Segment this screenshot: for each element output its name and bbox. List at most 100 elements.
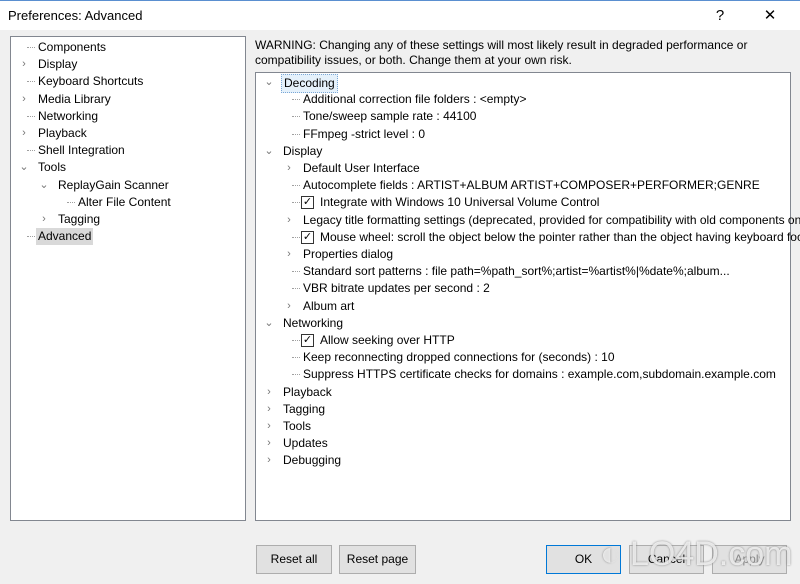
close-button[interactable]: ✕ xyxy=(755,5,785,27)
tree-item[interactable]: Advanced xyxy=(11,228,245,246)
tree-item[interactable]: › Playback xyxy=(256,384,790,401)
tree-item[interactable]: › Legacy title formatting settings (depre… xyxy=(256,212,800,229)
tree-item[interactable]: Alter File Content xyxy=(11,194,245,211)
help-button[interactable]: ? xyxy=(705,5,735,27)
tree-item[interactable]: Autocomplete fields : ARTIST+ALBUM ARTIS… xyxy=(256,177,790,194)
tree-item-label: Default User Interface xyxy=(303,161,420,175)
tree-item-label: Additional correction file folders : <em… xyxy=(303,92,527,107)
tree-item-label: ReplayGain Scanner xyxy=(58,177,169,192)
tree-item[interactable]: › Media Library xyxy=(11,91,245,108)
tree-item[interactable]: ✓ Mouse wheel: scroll the object below th… xyxy=(256,229,800,246)
tree-item[interactable]: › Tagging xyxy=(256,401,790,418)
tree-item[interactable]: ⌄ Tools xyxy=(11,159,245,176)
chevron-right-icon[interactable]: › xyxy=(264,435,274,452)
tree-item[interactable]: › Properties dialog xyxy=(256,246,790,263)
tree-line xyxy=(27,81,35,83)
chevron-down-icon[interactable]: ⌄ xyxy=(264,74,274,91)
tree-line xyxy=(27,115,35,117)
tree-item[interactable]: › Tagging xyxy=(11,211,245,228)
chevron-right-icon[interactable]: › xyxy=(284,160,294,177)
tree-item[interactable]: ⌄ ReplayGain Scanner xyxy=(11,177,245,194)
tree-item[interactable]: › Default User Interface xyxy=(256,160,790,177)
chevron-down-icon[interactable]: ⌄ xyxy=(39,177,49,194)
checkbox[interactable]: ✓ xyxy=(301,230,314,244)
window-title: Preferences: Advanced xyxy=(8,8,143,23)
tree-line xyxy=(292,271,300,273)
tree-line xyxy=(292,236,300,238)
tree-item[interactable]: Shell Integration xyxy=(11,142,245,159)
chevron-down-icon[interactable]: ⌄ xyxy=(264,315,274,332)
tree-item-label: Tools xyxy=(38,160,67,175)
chevron-right-icon[interactable]: › xyxy=(284,246,294,263)
warning-text: WARNING: Changing any of these settings … xyxy=(255,38,748,67)
tree-item[interactable]: ✓ Integrate with Windows 10 Universal Vol… xyxy=(256,194,790,211)
tree-item-label: Standard sort patterns : file path=%path… xyxy=(303,264,730,279)
tree-item-label: Tagging xyxy=(58,212,101,226)
tree-item[interactable]: ⌄ Display xyxy=(256,143,790,160)
tree-line xyxy=(292,357,300,359)
chevron-right-icon[interactable]: › xyxy=(264,384,274,401)
tree-line xyxy=(292,374,300,376)
tree-item[interactable]: › Album art xyxy=(256,298,790,315)
tree-item[interactable]: Networking xyxy=(11,108,245,125)
tree-item-label: Keyboard Shortcuts xyxy=(38,74,144,89)
chevron-right-icon[interactable]: › xyxy=(19,56,29,73)
tree-item[interactable]: Standard sort patterns : file path=%path… xyxy=(256,263,790,280)
tree-item[interactable]: ⌄ Networking xyxy=(256,315,790,332)
chevron-right-icon[interactable]: › xyxy=(19,125,29,142)
tree-line xyxy=(27,236,35,238)
tree-item-label: Decoding xyxy=(281,74,338,93)
chevron-right-icon[interactable]: › xyxy=(264,401,274,418)
checkbox[interactable]: ✓ xyxy=(301,334,314,347)
tree-item[interactable]: Suppress HTTPS certificate checks for do… xyxy=(256,366,790,383)
tree-item[interactable]: Components xyxy=(11,39,245,56)
tree-item-label: Playback xyxy=(283,384,332,399)
chevron-down-icon[interactable]: ⌄ xyxy=(264,143,274,160)
chevron-right-icon[interactable]: › xyxy=(284,212,294,229)
tree-line xyxy=(292,116,300,118)
chevron-down-icon[interactable]: ⌄ xyxy=(19,159,29,176)
tree-item[interactable]: Additional correction file folders : <em… xyxy=(256,91,790,108)
tree-item-label: Display xyxy=(283,143,323,158)
watermark-logo: ◐ LO4D.com xyxy=(600,535,793,573)
chevron-right-icon[interactable]: › xyxy=(284,298,294,315)
tree-item[interactable]: › Playback xyxy=(11,125,245,142)
tree-item[interactable]: › Updates xyxy=(256,435,790,452)
tree-line xyxy=(27,47,35,48)
tree-line xyxy=(292,133,300,135)
title-bar: Preferences: Advanced ? ✕ xyxy=(0,0,800,30)
chevron-right-icon[interactable]: › xyxy=(264,418,274,435)
tree-item[interactable]: › Debugging xyxy=(256,452,790,469)
tree-item-label: Suppress HTTPS certificate checks for do… xyxy=(303,367,776,382)
tree-item-label: Networking xyxy=(283,315,344,330)
tree-item-label: Advanced xyxy=(36,228,94,246)
tree-item-label: Autocomplete fields : ARTIST+ALBUM ARTIS… xyxy=(303,178,760,193)
tree-item[interactable]: FFmpeg -strict level : 0 xyxy=(256,126,790,143)
tree-item-label: Album art xyxy=(303,298,355,313)
chevron-right-icon[interactable]: › xyxy=(19,91,29,108)
tree-item[interactable]: › Display xyxy=(11,56,245,73)
tree-item[interactable]: ✓ Allow seeking over HTTP xyxy=(256,332,790,349)
tree-item-label: Updates xyxy=(283,436,328,451)
tree-item[interactable]: › Tools xyxy=(256,418,790,435)
tree-item[interactable]: Keep reconnecting dropped connections fo… xyxy=(256,349,790,366)
tree-line xyxy=(292,288,300,290)
tree-item[interactable]: ⌄ Decoding xyxy=(256,74,790,93)
chevron-right-icon[interactable]: › xyxy=(39,211,49,228)
tree-item-label: Keep reconnecting dropped connections fo… xyxy=(303,350,615,365)
tree-item[interactable]: Keyboard Shortcuts xyxy=(11,73,245,90)
preferences-tree[interactable]: Components › Display Keyboard Shortcuts › Med… xyxy=(10,36,246,521)
advanced-settings-tree[interactable]: ⌄ Decoding Additional correction file fold… xyxy=(255,72,800,521)
tree-item-label: Tagging xyxy=(283,401,326,416)
chevron-right-icon[interactable]: › xyxy=(264,452,274,469)
reset-all-button[interactable]: Reset all xyxy=(256,545,332,574)
tree-item-label: Networking xyxy=(38,108,99,123)
tree-item[interactable]: VBR bitrate updates per second : 2 xyxy=(256,280,790,297)
tree-item[interactable]: Tone/sweep sample rate : 44100 xyxy=(256,108,790,125)
checkbox[interactable]: ✓ xyxy=(301,196,314,210)
tree-item-label: Shell Integration xyxy=(38,143,125,158)
reset-page-button[interactable]: Reset page xyxy=(339,545,416,574)
tree-line xyxy=(292,185,300,187)
tree-item-label: Integrate with Windows 10 Universal Volu… xyxy=(320,195,600,210)
tree-item-label: Mouse wheel: scroll the object below the… xyxy=(320,229,800,244)
